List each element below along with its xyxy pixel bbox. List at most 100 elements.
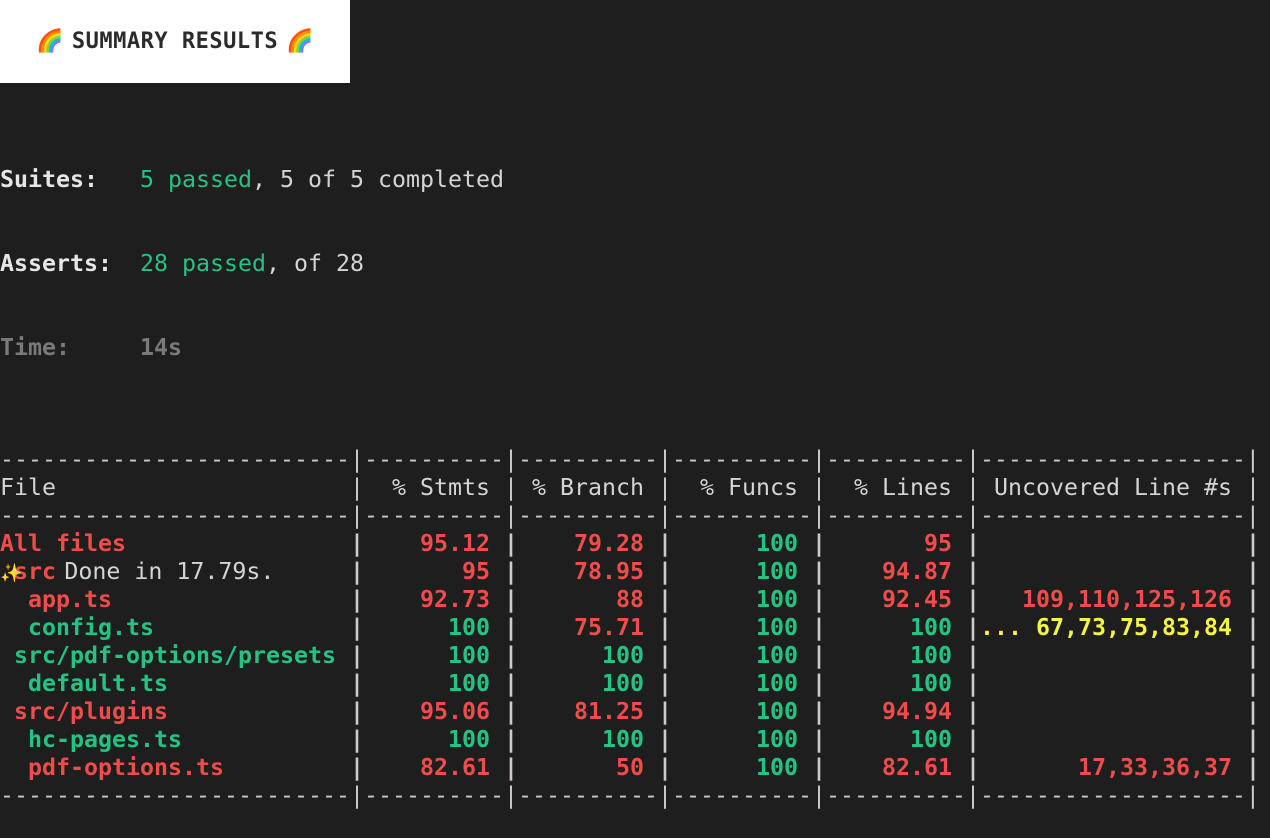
column-separator: | [350,586,364,613]
separator-dashes: ------------------------- [0,782,350,809]
column-separator: | [504,558,518,585]
column-separator: | [966,698,980,725]
branch-value: 100 [602,726,644,753]
separator-dashes: ---------- [825,502,966,529]
column-separator: | [966,754,980,781]
column-separator: | [965,502,980,529]
column-separator: | [504,726,518,753]
file-name: default.ts [0,670,168,697]
column-separator: | [966,726,980,753]
column-separator: | [812,726,826,753]
lines-value: 95 [924,530,952,557]
uncovered-lines: 109,110,125,126 [980,586,1246,614]
summary-banner: 🌈 SUMMARY RESULTS 🌈 [0,0,350,83]
uncovered-lines: ... 67,73,75,83,84 [980,614,1246,642]
column-separator: | [503,446,518,473]
column-separator: | [966,474,980,501]
table-separator-row: -------------------------|----------|---… [0,446,1260,474]
column-separator: | [812,558,826,585]
asserts-passed: 28 passed [140,250,266,277]
table-row: config.ts | 100 | 75.71 | 100 | 100 |... 67,73,75… [0,614,1260,642]
funcs-value: 100 [756,670,798,697]
file-name: src/plugins [0,698,168,725]
column-separator: | [658,754,672,781]
table-separator-row: -------------------------|----------|---… [0,502,1260,530]
column-separator: | [350,446,364,473]
column-separator: | [504,586,518,613]
file-name: hc-pages.ts [0,726,182,753]
suites-label: Suites: [0,166,98,193]
separator-dashes: ---------- [825,446,966,473]
column-separator: | [966,642,980,669]
separator-dashes: ------------------- [979,502,1246,529]
column-separator: | [504,530,518,557]
column-separator: | [812,698,826,725]
sparkles-icon: ✨ [0,563,23,584]
column-separator: | [504,698,518,725]
column-separator: | [812,642,826,669]
separator-dashes: ---------- [825,782,966,809]
separator-dashes: ------------------- [979,446,1246,473]
column-separator: | [1246,530,1260,557]
column-separator: | [658,474,672,501]
funcs-value: 100 [756,642,798,669]
header-branch: % Branch [532,474,644,501]
stmts-value: 100 [448,642,490,669]
column-separator: | [1246,726,1260,753]
funcs-value: 100 [756,754,798,781]
branch-value: 88 [616,586,644,613]
lines-value: 100 [910,726,952,753]
column-separator: | [812,474,826,501]
column-separator: | [658,558,672,585]
column-separator: | [966,558,980,585]
column-separator: | [504,670,518,697]
header-stmts: % Stmts [392,474,490,501]
column-separator: | [504,642,518,669]
suites-passed: 5 passed [140,166,252,193]
header-lines: % Lines [854,474,952,501]
table-row: default.ts | 100 | 100 | 100 | 100 | | [0,670,1260,698]
column-separator: | [812,586,826,613]
lines-value: 92.45 [882,586,952,613]
column-separator: | [350,530,364,557]
column-separator: | [812,614,826,641]
separator-dashes: ---------- [517,502,658,529]
stmts-value: 95.06 [420,698,490,725]
file-name: pdf-options.ts [0,754,224,781]
column-separator: | [504,754,518,781]
column-separator: | [1245,446,1260,473]
separator-dashes: ---------- [364,502,504,529]
funcs-value: 100 [756,558,798,585]
column-separator: | [350,754,364,781]
time-value: 14s [140,334,182,361]
lines-value: 100 [910,670,952,697]
stmts-value: 92.73 [420,586,490,613]
column-separator: | [657,502,672,529]
column-separator: | [350,614,364,641]
column-separator: | [657,446,672,473]
column-separator: | [966,586,980,613]
separator-dashes: ------------------------- [0,446,350,473]
separator-dashes: ---------- [671,446,812,473]
column-separator: | [812,530,826,557]
uncovered-value: 67,73,75,83,84 [1036,614,1232,641]
asserts-line: Asserts: 28 passed, of 28 [0,250,1260,278]
suites-line: Suites: 5 passed, 5 of 5 completed [0,166,1260,194]
uncovered-value: 109,110,125,126 [1022,586,1232,613]
column-separator: | [965,782,980,809]
funcs-value: 100 [756,586,798,613]
column-separator: | [966,530,980,557]
column-separator: | [503,502,518,529]
table-row: pdf-options.ts | 82.61 | 50 | 100 | 82.61 | 17,33,… [0,754,1260,782]
lines-value: 82.61 [882,754,952,781]
column-separator: | [811,782,826,809]
lines-value: 100 [910,642,952,669]
file-name: app.ts [0,586,112,613]
stmts-value: 95 [462,558,490,585]
table-row: hc-pages.ts | 100 | 100 | 100 | 100 | | [0,726,1260,754]
column-separator: | [1246,698,1260,725]
column-separator: | [812,670,826,697]
stmts-value: 95.12 [420,530,490,557]
table-row: app.ts | 92.73 | 88 | 100 | 92.45 | 109,110,125,12… [0,586,1260,614]
suites-rest: , 5 of 5 completed [251,166,504,193]
